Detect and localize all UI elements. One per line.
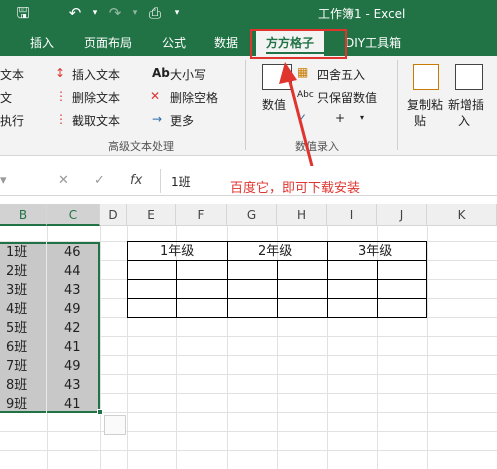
copy-paste-button[interactable]: 复制粘 xyxy=(407,96,443,113)
cell-c[interactable]: 49 xyxy=(64,300,81,319)
save-icon[interactable]: 🖫 xyxy=(12,3,34,23)
column-header-d[interactable]: D xyxy=(100,204,127,226)
insert-text-button[interactable]: 插入文本 xyxy=(72,66,120,83)
redo-dropdown-icon[interactable]: ▾ xyxy=(124,3,146,23)
table-border xyxy=(327,241,328,318)
more-arrow-icon: → xyxy=(152,112,163,126)
extract-text-button[interactable]: 截取文本 xyxy=(72,112,120,129)
column-header-g[interactable]: G xyxy=(227,204,277,226)
table-border xyxy=(426,241,427,318)
new-insert-icon xyxy=(455,64,483,90)
cell-c[interactable]: 41 xyxy=(64,395,81,414)
column-header-j[interactable]: J xyxy=(377,204,427,226)
ribbon-left-item-1[interactable]: 文本 xyxy=(0,66,24,83)
ribbon-separator xyxy=(245,60,246,150)
customize-icon[interactable]: ▾ xyxy=(166,3,188,23)
cell-c[interactable]: 43 xyxy=(64,281,81,300)
column-header-k[interactable]: K xyxy=(427,204,497,226)
case-icon: Ab xyxy=(152,66,170,80)
cell-b[interactable]: 9班 xyxy=(6,395,27,414)
fx-icon[interactable]: fx xyxy=(130,173,142,188)
insert-text-icon: ↕ xyxy=(55,66,66,80)
copy-paste-icon xyxy=(413,64,439,90)
plus-dropdown-icon[interactable]: ▾ xyxy=(360,112,364,124)
new-insert-button[interactable]: 新增插 xyxy=(448,96,484,113)
cell-b[interactable]: 2班 xyxy=(6,262,27,281)
more-button[interactable]: 更多 xyxy=(170,112,194,129)
column-header-i[interactable]: I xyxy=(327,204,377,226)
table-border xyxy=(127,241,128,318)
cell-b[interactable]: 7班 xyxy=(6,357,27,376)
cell-b[interactable]: 8班 xyxy=(6,376,27,395)
cell-b[interactable]: 3班 xyxy=(6,281,27,300)
table-border xyxy=(227,241,228,318)
print-preview-icon[interactable]: ⎙ xyxy=(144,3,166,23)
tab-page-layout[interactable]: 页面布局 xyxy=(84,34,132,51)
tab-diy-toolbox[interactable]: DIY工具箱 xyxy=(345,34,401,51)
copy-paste-button-line2[interactable]: 贴 xyxy=(414,112,426,129)
confirm-icon[interactable]: ✓ xyxy=(94,173,105,188)
ribbon-left-item-2[interactable]: 文 xyxy=(0,89,12,106)
cell-c[interactable]: 44 xyxy=(64,262,81,281)
table-border xyxy=(176,260,177,318)
tab-insert[interactable]: 插入 xyxy=(30,34,54,51)
text-processing-group-label: 高级文本处理 xyxy=(108,140,174,153)
undo-icon[interactable]: ↶ xyxy=(64,3,86,23)
tab-formulas[interactable]: 公式 xyxy=(162,34,186,51)
keep-values-button[interactable]: 只保留数值 xyxy=(317,89,377,106)
redo-icon[interactable]: ↷ xyxy=(104,3,126,23)
cell-b[interactable]: 6班 xyxy=(6,338,27,357)
ribbon-panel: 文本 文 执行 ↕ 插入文本 ⋮ 删除文本 ⋮ 截取文本 Ab 大小写 ✕ 删除… xyxy=(0,56,497,156)
table-border xyxy=(377,260,378,318)
title-bar: 🖫 ↶ ▾ ↷ ▾ ⎙ ▾ 工作簿1 - Excel xyxy=(0,0,497,26)
cell-c[interactable]: 42 xyxy=(64,319,81,338)
cancel-icon[interactable]: ✕ xyxy=(58,173,69,188)
cell-c[interactable]: 46 xyxy=(64,243,81,262)
ribbon-tab-bar: 插入 页面布局 公式 数据 方方格子 DIY工具箱 xyxy=(0,26,497,56)
case-button[interactable]: 大小写 xyxy=(170,66,206,83)
annotation-arrow-icon xyxy=(279,62,315,171)
column-header-f[interactable]: F xyxy=(176,204,227,226)
undo-dropdown-icon[interactable]: ▾ xyxy=(84,3,106,23)
column-header-c[interactable]: C xyxy=(47,204,100,226)
grade-header-3[interactable]: 3年级 xyxy=(358,242,392,261)
cell-c[interactable]: 41 xyxy=(64,338,81,357)
extract-text-icon: ⋮ xyxy=(55,112,67,126)
grade-header-2[interactable]: 2年级 xyxy=(258,242,292,261)
tab-data[interactable]: 数据 xyxy=(214,34,238,51)
fill-handle[interactable] xyxy=(97,409,103,415)
cell-b[interactable]: 1班 xyxy=(6,243,27,262)
column-header-b[interactable]: B xyxy=(0,204,47,226)
plus-icon[interactable]: + xyxy=(335,112,345,124)
ribbon-left-item-3[interactable]: 执行 xyxy=(0,112,24,129)
cell-b[interactable]: 5班 xyxy=(6,319,27,338)
range-divider xyxy=(46,242,47,413)
window-title: 工作簿1 - Excel xyxy=(318,7,406,21)
highlight-box xyxy=(250,29,347,59)
name-box-dropdown-icon[interactable]: ▾ xyxy=(0,173,7,188)
delete-text-icon: ⋮ xyxy=(55,89,67,103)
cell-c[interactable]: 43 xyxy=(64,376,81,395)
grade-header-1[interactable]: 1年级 xyxy=(160,242,194,261)
column-header-h[interactable]: H xyxy=(277,204,327,226)
column-header-e[interactable]: E xyxy=(127,204,176,226)
cell-b[interactable]: 4班 xyxy=(6,300,27,319)
delete-text-button[interactable]: 删除文本 xyxy=(72,89,120,106)
table-border xyxy=(277,260,278,318)
annotation-text: 百度它，即可下载安装 xyxy=(230,181,361,196)
delete-space-icon: ✕ xyxy=(150,89,161,103)
cell-c[interactable]: 49 xyxy=(64,357,81,376)
new-insert-button-line2[interactable]: 入 xyxy=(458,112,470,129)
ribbon-separator xyxy=(397,60,398,150)
delete-space-button[interactable]: 删除空格 xyxy=(170,89,218,106)
paste-options-icon[interactable] xyxy=(104,415,126,435)
